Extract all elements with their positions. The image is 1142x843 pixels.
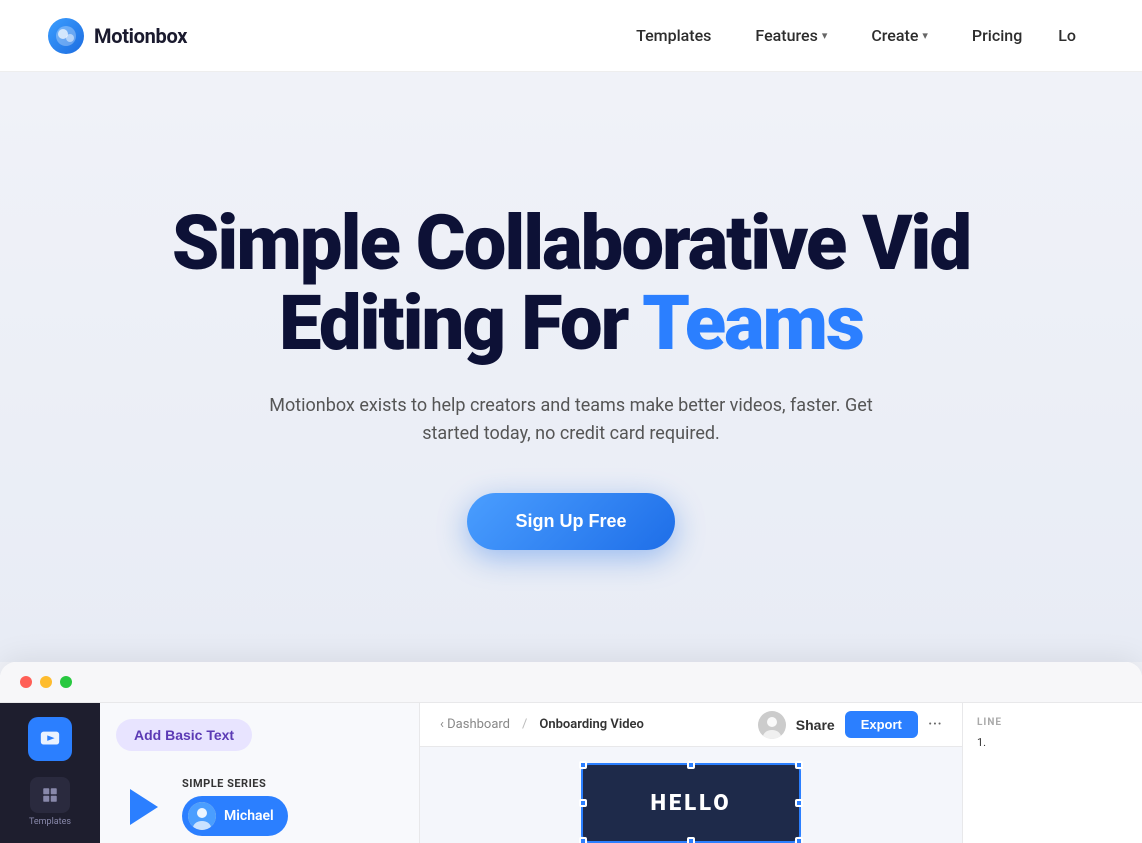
more-options-icon[interactable]: ··· xyxy=(928,714,942,735)
hero-section: Simple Collaborative Vid Editing For Tea… xyxy=(0,72,1142,662)
right-panel-label: LINE xyxy=(977,717,1128,728)
hero-subtitle: Motionbox exists to help creators and te… xyxy=(261,392,881,450)
navbar: Motionbox Templates Features ▾ Create ▾ … xyxy=(0,0,1142,72)
breadcrumb-current: Onboarding Video xyxy=(539,717,644,732)
nav-item-templates[interactable]: Templates xyxy=(618,18,729,53)
handle-top-center[interactable] xyxy=(687,761,695,769)
handle-bottom-left[interactable] xyxy=(579,837,587,843)
preview-titlebar xyxy=(0,662,1142,703)
michael-label: Michael xyxy=(224,808,274,824)
user-avatar xyxy=(758,711,786,739)
right-panel-item-1: 1. xyxy=(977,736,1128,749)
handle-bottom-right[interactable] xyxy=(795,837,803,843)
nav-item-features[interactable]: Features ▾ xyxy=(737,18,845,53)
motionbox-logo-icon xyxy=(48,18,84,54)
nav-item-create[interactable]: Create ▾ xyxy=(853,18,946,53)
add-basic-text-button[interactable]: Add Basic Text xyxy=(116,719,252,751)
editor-topbar-right: Share Export ··· xyxy=(758,711,942,739)
logo-text: Motionbox xyxy=(94,24,187,48)
hello-text: HELLO xyxy=(650,791,731,816)
handle-middle-right[interactable] xyxy=(795,799,803,807)
features-chevron-icon: ▾ xyxy=(822,29,828,42)
titlebar-dot-green xyxy=(60,676,72,688)
nav-item-pricing[interactable]: Pricing xyxy=(954,18,1040,53)
breadcrumb-back[interactable]: ‹ Dashboard xyxy=(440,717,510,732)
video-frame[interactable]: HELLO xyxy=(581,763,801,843)
michael-avatar xyxy=(188,802,216,830)
titlebar-dot-red xyxy=(20,676,32,688)
preview-sidebar: Templates xyxy=(0,703,100,843)
play-area: SIMPLE SERIES Michael xyxy=(116,777,403,836)
editor-topbar: ‹ Dashboard / Onboarding Video Share Exp… xyxy=(420,703,962,747)
play-triangle-icon xyxy=(130,789,158,825)
series-label: SIMPLE SERIES xyxy=(182,777,288,790)
handle-top-right[interactable] xyxy=(795,761,803,769)
sidebar-templates-label: Templates xyxy=(29,817,71,827)
hero-title-highlight: Teams xyxy=(642,278,863,368)
logo-area[interactable]: Motionbox xyxy=(48,18,187,54)
preview-middle-panel: Add Basic Text SIMPLE SERIES xyxy=(100,703,420,843)
sidebar-app-icon[interactable] xyxy=(28,717,72,761)
sidebar-templates-icon-group[interactable]: Templates xyxy=(29,777,71,827)
editor-canvas: HELLO xyxy=(420,747,962,843)
handle-top-left[interactable] xyxy=(579,761,587,769)
handle-bottom-center[interactable] xyxy=(687,837,695,843)
create-chevron-icon: ▾ xyxy=(922,29,928,42)
share-button[interactable]: Share xyxy=(796,717,835,733)
nav-login[interactable]: Lo xyxy=(1040,18,1094,53)
preview-body: Templates Add Basic Text SIMPLE SERIES xyxy=(0,703,1142,843)
export-button[interactable]: Export xyxy=(845,711,918,738)
titlebar-dot-yellow xyxy=(40,676,52,688)
preview-editor: ‹ Dashboard / Onboarding Video Share Exp… xyxy=(420,703,962,843)
michael-badge: Michael xyxy=(182,796,288,836)
hero-title: Simple Collaborative Vid Editing For Tea… xyxy=(172,204,970,364)
nav-links: Templates Features ▾ Create ▾ Pricing xyxy=(618,18,1040,53)
breadcrumb-separator: / xyxy=(522,717,527,732)
handle-middle-left[interactable] xyxy=(579,799,587,807)
app-preview: Templates Add Basic Text SIMPLE SERIES xyxy=(0,662,1142,843)
sidebar-templates-icon xyxy=(30,777,70,813)
signup-free-button[interactable]: Sign Up Free xyxy=(467,493,674,550)
preview-right-panel: LINE 1. xyxy=(962,703,1142,843)
play-button[interactable] xyxy=(116,782,166,832)
